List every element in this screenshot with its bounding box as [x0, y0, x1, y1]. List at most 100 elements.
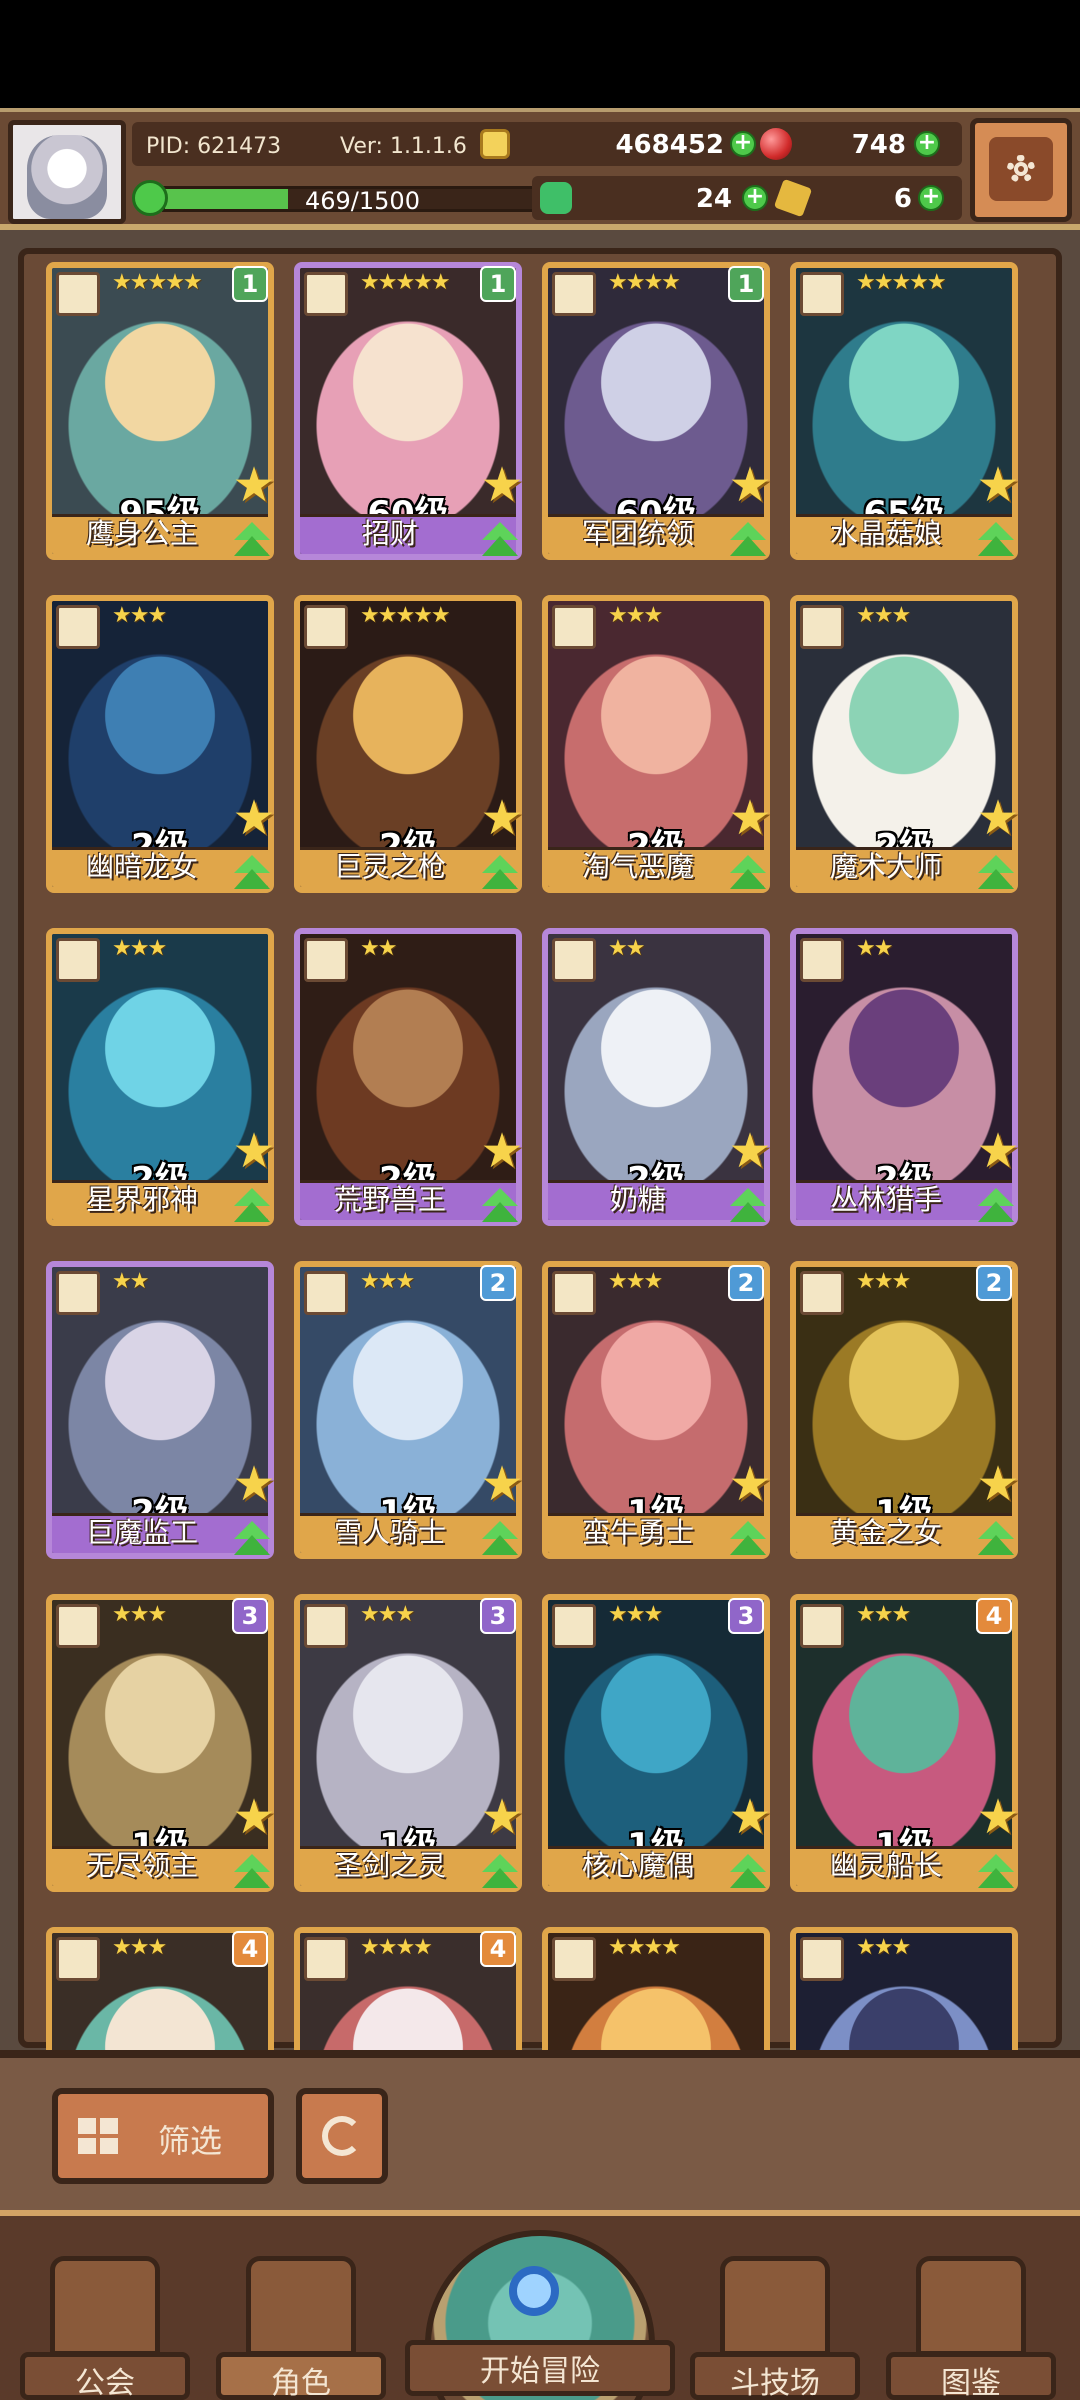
- star-icon[interactable]: ★: [974, 1460, 1022, 1508]
- character-card[interactable]: ★★★★ ★ 4: [294, 1927, 524, 2052]
- character-card[interactable]: ★★★ 2级 星界邪神 ★: [46, 928, 276, 1228]
- class-icon: [304, 1604, 348, 1648]
- character-name: 巨灵之枪: [333, 850, 446, 883]
- add-clover-button[interactable]: +: [742, 185, 768, 211]
- star-icon[interactable]: ★: [974, 794, 1022, 842]
- filter-button[interactable]: 筛选: [52, 2088, 274, 2184]
- upgrade-arrow-icon[interactable]: [478, 520, 522, 560]
- star-icon[interactable]: ★: [974, 1793, 1022, 1841]
- character-card[interactable]: ★★★★ 60级 军团统领 ★ 1: [542, 262, 772, 562]
- character-card[interactable]: ★★★ 2级 幽暗龙女 ★: [46, 595, 276, 895]
- magnifier-icon: [509, 2266, 559, 2316]
- character-card[interactable]: ★★★ 1级 核心魔偶 ★ 3: [542, 1594, 772, 1894]
- upgrade-arrow-icon[interactable]: [974, 853, 1018, 893]
- star-icon[interactable]: ★: [726, 794, 774, 842]
- upgrade-arrow-icon[interactable]: [974, 520, 1018, 560]
- star-rating: ★★★★★: [856, 270, 947, 295]
- star-icon[interactable]: ★: [230, 1460, 278, 1508]
- star-icon[interactable]: ★: [726, 1460, 774, 1508]
- star-icon[interactable]: ★: [478, 1127, 526, 1175]
- upgrade-arrow-icon[interactable]: [726, 1186, 770, 1226]
- character-card[interactable]: ★★★ 1级 圣剑之灵 ★ 3: [294, 1594, 524, 1894]
- star-icon[interactable]: ★: [478, 1793, 526, 1841]
- upgrade-arrow-icon[interactable]: [478, 1519, 522, 1559]
- upgrade-arrow-icon[interactable]: [230, 1852, 274, 1892]
- card-frame: ★★★ 1级 无尽领主: [46, 1594, 274, 1892]
- character-card[interactable]: ★★★★ ★: [542, 1927, 772, 2052]
- upgrade-arrow-icon[interactable]: [230, 1519, 274, 1559]
- character-card[interactable]: ★★★ 1级 雪人骑士 ★ 2: [294, 1261, 524, 1561]
- upgrade-arrow-icon[interactable]: [974, 1519, 1018, 1559]
- add-gold-button[interactable]: +: [730, 131, 756, 157]
- upgrade-arrow-icon[interactable]: [974, 1852, 1018, 1892]
- upgrade-arrow-icon[interactable]: [726, 1519, 770, 1559]
- character-card[interactable]: ★★ 2级 荒野兽王 ★: [294, 928, 524, 1228]
- character-card[interactable]: ★★★ 2级 魔术大师 ★: [790, 595, 1020, 895]
- star-icon[interactable]: ★: [230, 1127, 278, 1175]
- character-face-icon: [246, 2256, 356, 2356]
- star-icon[interactable]: ★: [726, 1793, 774, 1841]
- start-adventure-button[interactable]: 开始冒险: [405, 2230, 675, 2400]
- upgrade-arrow-icon[interactable]: [726, 520, 770, 560]
- character-card[interactable]: ★★★ 1级 蛮牛勇士 ★ 2: [542, 1261, 772, 1561]
- star-rating: ★★: [360, 936, 397, 961]
- add-gems-button[interactable]: +: [914, 131, 940, 157]
- resource-panel: PID: 621473 Ver: 1.1.1.6 468452 + 748 + …: [132, 118, 962, 226]
- book-icon: [916, 2256, 1026, 2356]
- gem-amount: 748: [851, 130, 906, 160]
- settings-button[interactable]: [970, 118, 1072, 222]
- character-card[interactable]: ★★★ ★ 4: [46, 1927, 276, 2052]
- character-card[interactable]: ★★★★★ 95级 鹰身公主 ★ 1: [46, 262, 276, 562]
- upgrade-arrow-icon[interactable]: [230, 1186, 274, 1226]
- upgrade-arrow-icon[interactable]: [230, 520, 274, 560]
- tab-role[interactable]: 角色: [216, 2256, 386, 2400]
- star-icon[interactable]: ★: [726, 1127, 774, 1175]
- star-icon[interactable]: ★: [478, 461, 526, 509]
- card-frame: ★★ 2级 巨魔监工: [46, 1261, 274, 1559]
- tab-codex[interactable]: 图鉴: [886, 2256, 1056, 2400]
- top-hud: PID: 621473 Ver: 1.1.1.6 468452 + 748 + …: [0, 108, 1080, 230]
- star-rating: ★★: [856, 936, 893, 961]
- star-icon[interactable]: ★: [230, 1793, 278, 1841]
- character-card[interactable]: ★★★★★ 65级 水晶菇娘 ★: [790, 262, 1020, 562]
- star-rating: ★★★: [360, 1269, 415, 1294]
- refresh-button[interactable]: [296, 2088, 388, 2184]
- character-card[interactable]: ★★ 2级 巨魔监工 ★: [46, 1261, 276, 1561]
- star-icon[interactable]: ★: [230, 794, 278, 842]
- add-keys-button[interactable]: +: [918, 185, 944, 211]
- upgrade-arrow-icon[interactable]: [726, 1852, 770, 1892]
- character-name: 荒野兽王: [333, 1183, 446, 1216]
- character-card[interactable]: ★★★ 2级 淘气恶魔 ★: [542, 595, 772, 895]
- card-frame: ★★★ 2级 星界邪神: [46, 928, 274, 1226]
- star-icon[interactable]: ★: [478, 1460, 526, 1508]
- character-card[interactable]: ★★★★★ 60级 招财 ★ 1: [294, 262, 524, 562]
- upgrade-arrow-icon[interactable]: [478, 1186, 522, 1226]
- tab-guild[interactable]: 公会: [20, 2256, 190, 2400]
- star-icon[interactable]: ★: [230, 461, 278, 509]
- upgrade-arrow-icon[interactable]: [974, 1186, 1018, 1226]
- xp-icon: [132, 180, 168, 216]
- player-avatar[interactable]: [8, 120, 126, 224]
- character-name: 魔术大师: [829, 850, 942, 883]
- character-card[interactable]: ★★ 2级 奶糖 ★: [542, 928, 772, 1228]
- character-card[interactable]: ★★★ ★: [790, 1927, 1020, 2052]
- star-icon[interactable]: ★: [726, 461, 774, 509]
- star-icon[interactable]: ★: [974, 461, 1022, 509]
- star-icon[interactable]: ★: [974, 1127, 1022, 1175]
- character-grid-area: ★★★★★ 95级 鹰身公主 ★ 1 ★★★★★ 60级 招财 ★ 1 ★★★★…: [0, 230, 1080, 2052]
- character-card[interactable]: ★★★ 1级 幽灵船长 ★ 4: [790, 1594, 1020, 1894]
- character-card[interactable]: ★★★ 1级 黄金之女 ★ 2: [790, 1261, 1020, 1561]
- upgrade-arrow-icon[interactable]: [230, 853, 274, 893]
- upgrade-arrow-icon[interactable]: [726, 853, 770, 893]
- tab-arena[interactable]: 斗技场: [690, 2256, 860, 2400]
- card-frame: ★★★★★ 60级 招财: [294, 262, 522, 560]
- star-icon[interactable]: ★: [478, 794, 526, 842]
- status-area: [0, 0, 1080, 108]
- character-grid[interactable]: ★★★★★ 95级 鹰身公主 ★ 1 ★★★★★ 60级 招财 ★ 1 ★★★★…: [46, 262, 1054, 2052]
- coin-icon: [480, 129, 510, 159]
- upgrade-arrow-icon[interactable]: [478, 1852, 522, 1892]
- character-card[interactable]: ★★★ 1级 无尽领主 ★ 3: [46, 1594, 276, 1894]
- character-card[interactable]: ★★ 2级 丛林猎手 ★: [790, 928, 1020, 1228]
- character-card[interactable]: ★★★★★ 2级 巨灵之枪 ★: [294, 595, 524, 895]
- upgrade-arrow-icon[interactable]: [478, 853, 522, 893]
